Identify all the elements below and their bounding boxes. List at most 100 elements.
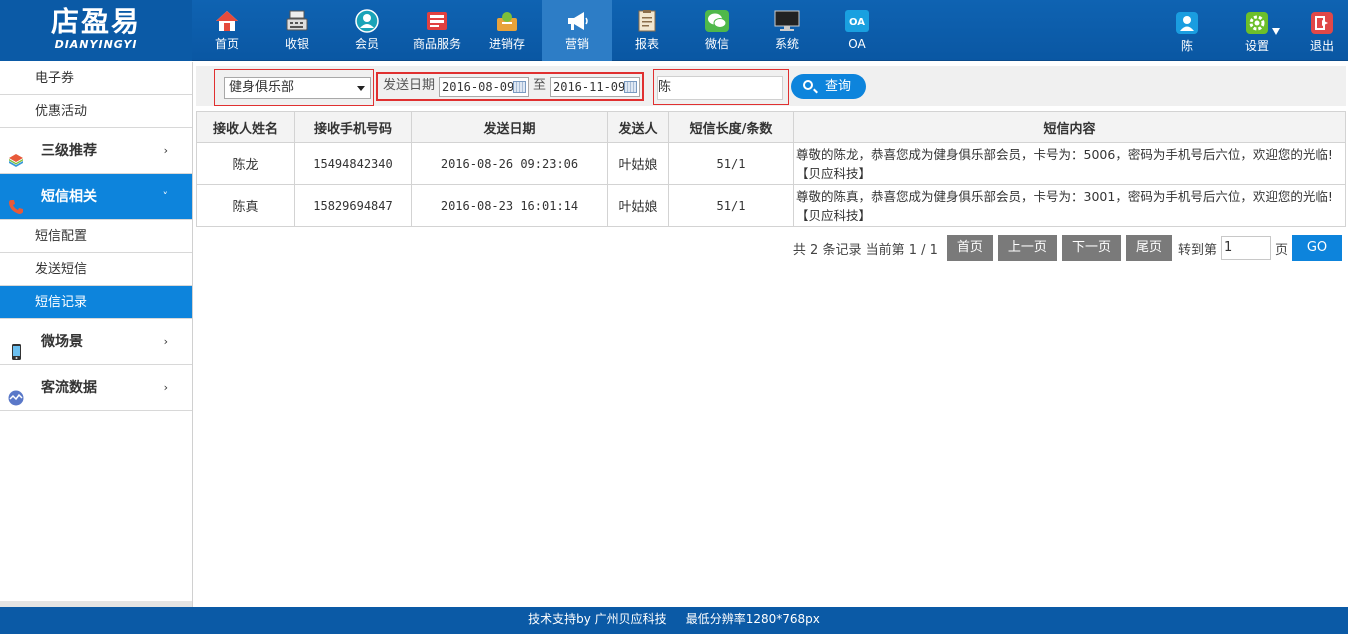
wechat-icon: [704, 9, 730, 33]
table-header-row: 接收人姓名 接收手机号码 发送日期 发送人 短信长度/条数 短信内容: [196, 111, 1346, 143]
date-filter-box: 发送日期 2016-08-09 至 2016-11-09: [376, 72, 644, 101]
footer-text: 技术支持by 广州贝应科技 最低分辨率1280*768px: [528, 612, 820, 626]
date-to-label: 至: [533, 78, 547, 93]
calendar-icon[interactable]: [624, 81, 637, 93]
name-filter-box: 陈: [653, 69, 789, 105]
cash-register-icon: [284, 9, 310, 33]
sidebar-section-micro-scene[interactable]: 微场景 ›: [0, 319, 192, 365]
mobile-icon: [8, 333, 24, 360]
sender-cell: 叶姑娘: [607, 142, 669, 185]
sidebar-item-ecoupon[interactable]: 电子券: [0, 62, 192, 95]
calendar-icon[interactable]: [513, 81, 526, 93]
nav-home[interactable]: 首页: [192, 0, 262, 61]
chevron-right-icon: ›: [163, 335, 168, 348]
sidebar: 电子券 优惠活动 三级推荐 › 短信相关 ˅ 短信配置 发送短信 短信记录 微场…: [0, 62, 193, 607]
go-button[interactable]: GO: [1292, 235, 1342, 261]
sidebar-item-sms-records[interactable]: 短信记录: [0, 286, 192, 319]
table-row[interactable]: 陈真 15829694847 2016-08-23 16:01:14 叶姑娘 5…: [196, 184, 1346, 227]
send-date-cell: 2016-08-26 09:23:06: [411, 142, 608, 185]
sidebar-section-label: 客流数据: [41, 380, 97, 396]
inventory-icon: [494, 9, 520, 33]
logo: 店盈易 DIANYINGYI: [0, 0, 192, 61]
traffic-icon: [8, 379, 24, 406]
first-page-button[interactable]: 首页: [946, 235, 993, 261]
user-icon: [1176, 12, 1198, 34]
nav-marketing[interactable]: 营销: [542, 0, 612, 61]
prev-page-button[interactable]: 上一页: [997, 235, 1057, 261]
search-button-label: 查询: [825, 79, 852, 94]
nav-label: 报表: [634, 37, 659, 51]
nav-label: 会员: [354, 37, 379, 51]
sidebar-item-promotion[interactable]: 优惠活动: [0, 95, 192, 128]
chevron-down-icon: ˅: [162, 190, 169, 203]
nav-label: 营销: [564, 37, 589, 51]
column-header: 接收人姓名: [196, 111, 295, 143]
nav-cashier[interactable]: 收银: [262, 0, 332, 61]
footer: 技术支持by 广州贝应科技 最低分辨率1280*768px: [0, 607, 1348, 634]
megaphone-icon: [564, 9, 590, 33]
home-icon: [214, 9, 240, 33]
chevron-right-icon: ›: [163, 144, 168, 157]
chevron-right-icon: ›: [163, 381, 168, 394]
sidebar-section-traffic-data[interactable]: 客流数据 ›: [0, 365, 192, 411]
nav-wechat[interactable]: 微信: [682, 0, 752, 61]
goods-icon: [424, 9, 450, 33]
send-date-cell: 2016-08-23 16:01:14: [411, 184, 608, 227]
gear-icon: [1246, 12, 1268, 34]
sidebar-section-sms[interactable]: 短信相关 ˅: [0, 174, 192, 220]
sidebar-section-label: 短信相关: [41, 189, 97, 205]
chevron-down-icon: [1272, 28, 1280, 35]
phone-icon: [8, 188, 24, 214]
nav-label: 系统: [774, 37, 799, 51]
logo-text: 店盈易: [50, 5, 141, 38]
logo-subtext: DIANYINGYI: [54, 38, 138, 51]
search-button[interactable]: 查询: [791, 74, 866, 99]
nav-goods-service[interactable]: 商品服务: [402, 0, 472, 61]
column-header: 发送日期: [411, 111, 608, 143]
app-window: 店盈易 DIANYINGYI 首页 收银 会员 商品服务 进销存 营销 报表 微…: [0, 0, 1348, 634]
search-icon: [803, 80, 813, 90]
logout-label: 退出: [1309, 39, 1334, 53]
store-filter-box: 健身俱乐部: [214, 69, 374, 106]
nav-label: 进销存: [488, 37, 525, 51]
recipient-phone-cell: 15494842340: [294, 142, 412, 185]
last-page-button[interactable]: 尾页: [1125, 235, 1172, 261]
main-nav: 首页 收银 会员 商品服务 进销存 营销 报表 微信 系统 OA OA: [192, 0, 892, 61]
layers-icon: [8, 142, 24, 167]
nav-system[interactable]: 系统: [752, 0, 822, 61]
nav-label: 微信: [704, 37, 729, 51]
sms-length-cell: 51/1: [668, 142, 794, 185]
store-select[interactable]: 健身俱乐部: [224, 77, 371, 99]
sender-cell: 叶姑娘: [607, 184, 669, 227]
monitor-icon: [774, 9, 800, 33]
page-unit-label: 页: [1274, 242, 1288, 258]
nav-report[interactable]: 报表: [612, 0, 682, 61]
nav-inventory[interactable]: 进销存: [472, 0, 542, 61]
column-header: 短信内容: [793, 111, 1346, 143]
date-to-input[interactable]: 2016-11-09: [550, 77, 640, 97]
name-search-input[interactable]: 陈: [657, 76, 783, 100]
sidebar-item-send-sms[interactable]: 发送短信: [0, 253, 192, 286]
recipient-name-cell: 陈真: [196, 184, 295, 227]
date-from-input[interactable]: 2016-08-09: [439, 77, 529, 97]
sidebar-section-label: 三级推荐: [41, 143, 97, 159]
next-page-button[interactable]: 下一页: [1061, 235, 1121, 261]
nav-member[interactable]: 会员: [332, 0, 402, 61]
sidebar-section-referral[interactable]: 三级推荐 ›: [0, 128, 192, 174]
sms-records-table: 接收人姓名 接收手机号码 发送日期 发送人 短信长度/条数 短信内容 陈龙 15…: [196, 111, 1346, 227]
nav-label: OA: [848, 37, 866, 51]
user-name: 陈: [1180, 39, 1193, 53]
logout-button[interactable]: 退出: [1297, 0, 1347, 61]
goto-page-input[interactable]: 1: [1220, 236, 1271, 260]
member-icon: [354, 9, 380, 33]
column-header: 发送人: [607, 111, 669, 143]
nav-label: 首页: [214, 37, 239, 51]
pagination-summary: 共 2 条记录 当前第 1 / 1: [792, 242, 938, 258]
report-icon: [634, 9, 660, 33]
sidebar-item-sms-config[interactable]: 短信配置: [0, 220, 192, 253]
settings-menu[interactable]: 设置: [1227, 0, 1287, 61]
nav-oa[interactable]: OA OA: [822, 0, 892, 61]
chevron-down-icon: [357, 86, 365, 91]
user-menu[interactable]: 陈: [1157, 0, 1217, 61]
table-row[interactable]: 陈龙 15494842340 2016-08-26 09:23:06 叶姑娘 5…: [196, 142, 1346, 185]
